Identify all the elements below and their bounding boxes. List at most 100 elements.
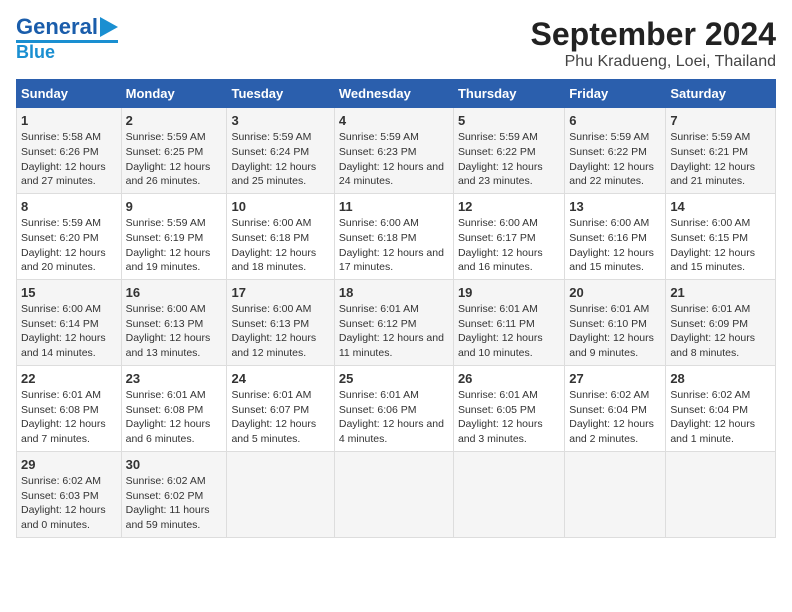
sunset-text: Sunset: 6:22 PM [458, 145, 560, 160]
daylight-text: Daylight: 12 hours and 12 minutes. [231, 331, 329, 360]
header-day-saturday: Saturday [666, 80, 776, 108]
calendar-cell: 15Sunrise: 6:00 AMSunset: 6:14 PMDayligh… [17, 279, 122, 365]
sunset-text: Sunset: 6:11 PM [458, 317, 560, 332]
sunset-text: Sunset: 6:05 PM [458, 403, 560, 418]
calendar-cell: 9Sunrise: 5:59 AMSunset: 6:19 PMDaylight… [121, 193, 227, 279]
calendar-cell: 8Sunrise: 5:59 AMSunset: 6:20 PMDaylight… [17, 193, 122, 279]
calendar-week-row: 1Sunrise: 5:58 AMSunset: 6:26 PMDaylight… [17, 108, 776, 194]
logo-arrow-icon [100, 17, 118, 37]
daylight-text: Daylight: 12 hours and 7 minutes. [21, 417, 117, 446]
sunrise-text: Sunrise: 6:02 AM [569, 388, 661, 403]
day-number: 16 [126, 284, 223, 302]
calendar-cell [666, 451, 776, 537]
sunrise-text: Sunrise: 6:01 AM [670, 302, 771, 317]
calendar-cell [334, 451, 453, 537]
sunrise-text: Sunrise: 6:01 AM [458, 302, 560, 317]
calendar-week-row: 8Sunrise: 5:59 AMSunset: 6:20 PMDaylight… [17, 193, 776, 279]
header-row: SundayMondayTuesdayWednesdayThursdayFrid… [17, 80, 776, 108]
calendar-cell: 21Sunrise: 6:01 AMSunset: 6:09 PMDayligh… [666, 279, 776, 365]
daylight-text: Daylight: 12 hours and 22 minutes. [569, 160, 661, 189]
day-number: 12 [458, 198, 560, 216]
day-number: 5 [458, 112, 560, 130]
header: General Blue September 2024 Phu Kradueng… [16, 16, 776, 71]
sunset-text: Sunset: 6:23 PM [339, 145, 449, 160]
sunrise-text: Sunrise: 6:00 AM [231, 216, 329, 231]
daylight-text: Daylight: 12 hours and 23 minutes. [458, 160, 560, 189]
day-number: 26 [458, 370, 560, 388]
sunset-text: Sunset: 6:25 PM [126, 145, 223, 160]
sunset-text: Sunset: 6:06 PM [339, 403, 449, 418]
calendar-cell: 11Sunrise: 6:00 AMSunset: 6:18 PMDayligh… [334, 193, 453, 279]
sunset-text: Sunset: 6:07 PM [231, 403, 329, 418]
calendar-week-row: 29Sunrise: 6:02 AMSunset: 6:03 PMDayligh… [17, 451, 776, 537]
daylight-text: Daylight: 12 hours and 13 minutes. [126, 331, 223, 360]
daylight-text: Daylight: 12 hours and 10 minutes. [458, 331, 560, 360]
daylight-text: Daylight: 12 hours and 24 minutes. [339, 160, 449, 189]
sunrise-text: Sunrise: 5:59 AM [339, 130, 449, 145]
day-number: 3 [231, 112, 329, 130]
daylight-text: Daylight: 12 hours and 6 minutes. [126, 417, 223, 446]
sunrise-text: Sunrise: 5:59 AM [458, 130, 560, 145]
day-number: 28 [670, 370, 771, 388]
daylight-text: Daylight: 12 hours and 19 minutes. [126, 246, 223, 275]
daylight-text: Daylight: 12 hours and 11 minutes. [339, 331, 449, 360]
day-number: 24 [231, 370, 329, 388]
header-day-tuesday: Tuesday [227, 80, 334, 108]
calendar-cell: 6Sunrise: 5:59 AMSunset: 6:22 PMDaylight… [565, 108, 666, 194]
calendar-cell: 12Sunrise: 6:00 AMSunset: 6:17 PMDayligh… [453, 193, 564, 279]
calendar-week-row: 15Sunrise: 6:00 AMSunset: 6:14 PMDayligh… [17, 279, 776, 365]
daylight-text: Daylight: 12 hours and 16 minutes. [458, 246, 560, 275]
calendar-cell: 22Sunrise: 6:01 AMSunset: 6:08 PMDayligh… [17, 365, 122, 451]
sunrise-text: Sunrise: 6:00 AM [339, 216, 449, 231]
calendar-cell: 4Sunrise: 5:59 AMSunset: 6:23 PMDaylight… [334, 108, 453, 194]
daylight-text: Daylight: 12 hours and 5 minutes. [231, 417, 329, 446]
logo-text: General [16, 16, 98, 38]
sunrise-text: Sunrise: 5:58 AM [21, 130, 117, 145]
day-number: 22 [21, 370, 117, 388]
calendar-table: SundayMondayTuesdayWednesdayThursdayFrid… [16, 79, 776, 538]
calendar-cell: 28Sunrise: 6:02 AMSunset: 6:04 PMDayligh… [666, 365, 776, 451]
day-number: 17 [231, 284, 329, 302]
sunrise-text: Sunrise: 6:00 AM [569, 216, 661, 231]
daylight-text: Daylight: 12 hours and 8 minutes. [670, 331, 771, 360]
daylight-text: Daylight: 12 hours and 3 minutes. [458, 417, 560, 446]
sunset-text: Sunset: 6:16 PM [569, 231, 661, 246]
daylight-text: Daylight: 12 hours and 26 minutes. [126, 160, 223, 189]
calendar-cell: 10Sunrise: 6:00 AMSunset: 6:18 PMDayligh… [227, 193, 334, 279]
day-number: 21 [670, 284, 771, 302]
logo: General Blue [16, 16, 118, 61]
sunset-text: Sunset: 6:22 PM [569, 145, 661, 160]
sunrise-text: Sunrise: 5:59 AM [231, 130, 329, 145]
calendar-cell: 7Sunrise: 5:59 AMSunset: 6:21 PMDaylight… [666, 108, 776, 194]
calendar-cell: 20Sunrise: 6:01 AMSunset: 6:10 PMDayligh… [565, 279, 666, 365]
sunrise-text: Sunrise: 6:01 AM [231, 388, 329, 403]
day-number: 11 [339, 198, 449, 216]
calendar-cell: 1Sunrise: 5:58 AMSunset: 6:26 PMDaylight… [17, 108, 122, 194]
daylight-text: Daylight: 12 hours and 15 minutes. [670, 246, 771, 275]
day-number: 10 [231, 198, 329, 216]
calendar-cell: 26Sunrise: 6:01 AMSunset: 6:05 PMDayligh… [453, 365, 564, 451]
sunrise-text: Sunrise: 6:01 AM [339, 388, 449, 403]
sunrise-text: Sunrise: 5:59 AM [21, 216, 117, 231]
sunrise-text: Sunrise: 6:02 AM [21, 474, 117, 489]
header-day-friday: Friday [565, 80, 666, 108]
daylight-text: Daylight: 12 hours and 14 minutes. [21, 331, 117, 360]
sunrise-text: Sunrise: 5:59 AM [670, 130, 771, 145]
day-number: 13 [569, 198, 661, 216]
daylight-text: Daylight: 12 hours and 27 minutes. [21, 160, 117, 189]
sunset-text: Sunset: 6:04 PM [670, 403, 771, 418]
page-subtitle: Phu Kradueng, Loei, Thailand [531, 53, 776, 71]
sunset-text: Sunset: 6:21 PM [670, 145, 771, 160]
title-area: September 2024 Phu Kradueng, Loei, Thail… [531, 16, 776, 71]
sunrise-text: Sunrise: 6:01 AM [339, 302, 449, 317]
daylight-text: Daylight: 12 hours and 18 minutes. [231, 246, 329, 275]
day-number: 15 [21, 284, 117, 302]
page-title: September 2024 [531, 16, 776, 53]
sunset-text: Sunset: 6:20 PM [21, 231, 117, 246]
calendar-week-row: 22Sunrise: 6:01 AMSunset: 6:08 PMDayligh… [17, 365, 776, 451]
sunset-text: Sunset: 6:08 PM [126, 403, 223, 418]
daylight-text: Daylight: 12 hours and 20 minutes. [21, 246, 117, 275]
sunrise-text: Sunrise: 6:00 AM [670, 216, 771, 231]
day-number: 7 [670, 112, 771, 130]
calendar-cell: 29Sunrise: 6:02 AMSunset: 6:03 PMDayligh… [17, 451, 122, 537]
